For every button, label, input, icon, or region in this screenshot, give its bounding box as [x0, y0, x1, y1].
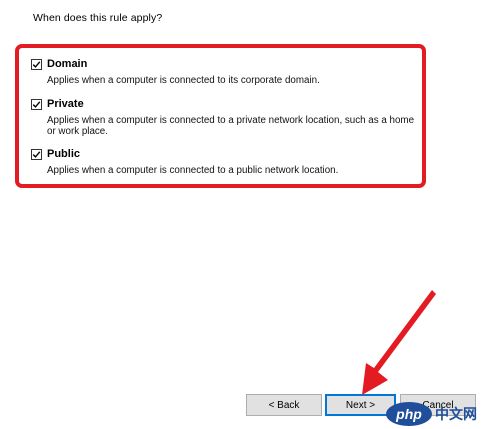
- watermark: php 中文网: [386, 401, 482, 427]
- watermark-text: 中文网: [435, 406, 477, 422]
- watermark-logo: php: [386, 402, 432, 426]
- red-arrow-annotation: [362, 290, 436, 395]
